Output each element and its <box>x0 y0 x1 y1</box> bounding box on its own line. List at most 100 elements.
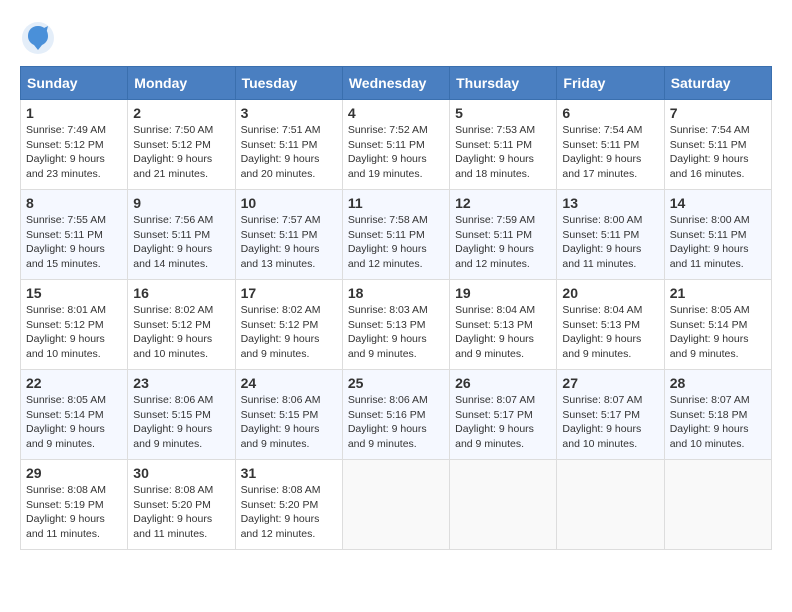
day-detail: Sunrise: 8:00 AMSunset: 5:11 PMDaylight:… <box>670 213 766 272</box>
calendar-cell: 27 Sunrise: 8:07 AMSunset: 5:17 PMDayligh… <box>557 370 664 460</box>
calendar-table: SundayMondayTuesdayWednesdayThursdayFrid… <box>20 66 772 550</box>
day-header-thursday: Thursday <box>450 67 557 100</box>
day-number: 4 <box>348 105 444 121</box>
calendar-cell <box>342 460 449 550</box>
day-detail: Sunrise: 8:08 AMSunset: 5:20 PMDaylight:… <box>133 483 229 542</box>
calendar-cell <box>557 460 664 550</box>
header <box>20 20 772 56</box>
logo <box>20 20 60 56</box>
calendar-cell: 6 Sunrise: 7:54 AMSunset: 5:11 PMDaylight… <box>557 100 664 190</box>
day-number: 25 <box>348 375 444 391</box>
day-number: 16 <box>133 285 229 301</box>
day-header-monday: Monday <box>128 67 235 100</box>
calendar-cell: 4Sunrise: 7:52 AMSunset: 5:11 PMDaylight… <box>342 100 449 190</box>
day-number: 5 <box>455 105 551 121</box>
day-header-sunday: Sunday <box>21 67 128 100</box>
day-detail: Sunrise: 7:53 AMSunset: 5:11 PMDaylight:… <box>455 123 551 182</box>
day-detail: Sunrise: 8:07 AMSunset: 5:18 PMDaylight:… <box>670 393 766 452</box>
day-number: 15 <box>26 285 122 301</box>
day-number: 30 <box>133 465 229 481</box>
calendar-header-row: SundayMondayTuesdayWednesdayThursdayFrid… <box>21 67 772 100</box>
day-detail: Sunrise: 8:02 AMSunset: 5:12 PMDaylight:… <box>241 303 337 362</box>
day-detail: Sunrise: 8:07 AMSunset: 5:17 PMDaylight:… <box>455 393 551 452</box>
calendar-cell: 31 Sunrise: 8:08 AMSunset: 5:20 PMDayligh… <box>235 460 342 550</box>
day-number: 3 <box>241 105 337 121</box>
day-detail: Sunrise: 8:04 AMSunset: 5:13 PMDaylight:… <box>562 303 658 362</box>
day-detail: Sunrise: 8:06 AMSunset: 5:15 PMDaylight:… <box>133 393 229 452</box>
calendar-cell: 15 Sunrise: 8:01 AMSunset: 5:12 PMDayligh… <box>21 280 128 370</box>
day-number: 7 <box>670 105 766 121</box>
calendar-cell: 12 Sunrise: 7:59 AMSunset: 5:11 PMDayligh… <box>450 190 557 280</box>
calendar-cell: 24Sunrise: 8:06 AMSunset: 5:15 PMDayligh… <box>235 370 342 460</box>
calendar-cell: 7 Sunrise: 7:54 AMSunset: 5:11 PMDaylight… <box>664 100 771 190</box>
calendar-cell: 13 Sunrise: 8:00 AMSunset: 5:11 PMDayligh… <box>557 190 664 280</box>
calendar-week-2: 8 Sunrise: 7:55 AMSunset: 5:11 PMDaylight… <box>21 190 772 280</box>
day-detail: Sunrise: 7:58 AMSunset: 5:11 PMDaylight:… <box>348 213 444 272</box>
day-detail: Sunrise: 8:08 AMSunset: 5:20 PMDaylight:… <box>241 483 337 542</box>
day-detail: Sunrise: 7:55 AMSunset: 5:11 PMDaylight:… <box>26 213 122 272</box>
day-number: 20 <box>562 285 658 301</box>
day-number: 6 <box>562 105 658 121</box>
day-detail: Sunrise: 8:00 AMSunset: 5:11 PMDaylight:… <box>562 213 658 272</box>
calendar-cell: 10 Sunrise: 7:57 AMSunset: 5:11 PMDayligh… <box>235 190 342 280</box>
calendar-week-3: 15 Sunrise: 8:01 AMSunset: 5:12 PMDayligh… <box>21 280 772 370</box>
day-header-tuesday: Tuesday <box>235 67 342 100</box>
logo-icon <box>20 20 56 56</box>
calendar-cell: 17 Sunrise: 8:02 AMSunset: 5:12 PMDayligh… <box>235 280 342 370</box>
day-detail: Sunrise: 7:56 AMSunset: 5:11 PMDaylight:… <box>133 213 229 272</box>
day-number: 23 <box>133 375 229 391</box>
day-number: 8 <box>26 195 122 211</box>
calendar-cell: 1 Sunrise: 7:49 AMSunset: 5:12 PMDaylight… <box>21 100 128 190</box>
day-detail: Sunrise: 8:06 AMSunset: 5:16 PMDaylight:… <box>348 393 444 452</box>
day-detail: Sunrise: 8:05 AMSunset: 5:14 PMDaylight:… <box>670 303 766 362</box>
day-detail: Sunrise: 8:06 AMSunset: 5:15 PMDaylight:… <box>241 393 337 452</box>
calendar-cell: 25 Sunrise: 8:06 AMSunset: 5:16 PMDayligh… <box>342 370 449 460</box>
day-detail: Sunrise: 8:02 AMSunset: 5:12 PMDaylight:… <box>133 303 229 362</box>
day-detail: Sunrise: 8:07 AMSunset: 5:17 PMDaylight:… <box>562 393 658 452</box>
calendar-cell: 29 Sunrise: 8:08 AMSunset: 5:19 PMDayligh… <box>21 460 128 550</box>
calendar-cell: 26 Sunrise: 8:07 AMSunset: 5:17 PMDayligh… <box>450 370 557 460</box>
day-detail: Sunrise: 8:01 AMSunset: 5:12 PMDaylight:… <box>26 303 122 362</box>
day-number: 17 <box>241 285 337 301</box>
calendar-cell: 28 Sunrise: 8:07 AMSunset: 5:18 PMDayligh… <box>664 370 771 460</box>
calendar-cell: 11 Sunrise: 7:58 AMSunset: 5:11 PMDayligh… <box>342 190 449 280</box>
day-detail: Sunrise: 8:08 AMSunset: 5:19 PMDaylight:… <box>26 483 122 542</box>
day-number: 26 <box>455 375 551 391</box>
day-number: 22 <box>26 375 122 391</box>
day-detail: Sunrise: 7:54 AMSunset: 5:11 PMDaylight:… <box>562 123 658 182</box>
day-detail: Sunrise: 7:59 AMSunset: 5:11 PMDaylight:… <box>455 213 551 272</box>
day-detail: Sunrise: 7:49 AMSunset: 5:12 PMDaylight:… <box>26 123 122 182</box>
day-number: 14 <box>670 195 766 211</box>
calendar-cell: 2 Sunrise: 7:50 AMSunset: 5:12 PMDaylight… <box>128 100 235 190</box>
day-number: 13 <box>562 195 658 211</box>
day-detail: Sunrise: 8:03 AMSunset: 5:13 PMDaylight:… <box>348 303 444 362</box>
day-header-saturday: Saturday <box>664 67 771 100</box>
day-number: 27 <box>562 375 658 391</box>
day-number: 11 <box>348 195 444 211</box>
day-detail: Sunrise: 8:05 AMSunset: 5:14 PMDaylight:… <box>26 393 122 452</box>
calendar-cell: 8 Sunrise: 7:55 AMSunset: 5:11 PMDaylight… <box>21 190 128 280</box>
day-number: 19 <box>455 285 551 301</box>
calendar-cell: 9Sunrise: 7:56 AMSunset: 5:11 PMDaylight… <box>128 190 235 280</box>
day-number: 29 <box>26 465 122 481</box>
calendar-cell: 16 Sunrise: 8:02 AMSunset: 5:12 PMDayligh… <box>128 280 235 370</box>
calendar-cell: 30 Sunrise: 8:08 AMSunset: 5:20 PMDayligh… <box>128 460 235 550</box>
calendar-cell: 23 Sunrise: 8:06 AMSunset: 5:15 PMDayligh… <box>128 370 235 460</box>
day-detail: Sunrise: 7:57 AMSunset: 5:11 PMDaylight:… <box>241 213 337 272</box>
calendar-cell: 5 Sunrise: 7:53 AMSunset: 5:11 PMDaylight… <box>450 100 557 190</box>
calendar-week-1: 1 Sunrise: 7:49 AMSunset: 5:12 PMDaylight… <box>21 100 772 190</box>
day-number: 18 <box>348 285 444 301</box>
day-detail: Sunrise: 7:54 AMSunset: 5:11 PMDaylight:… <box>670 123 766 182</box>
day-number: 28 <box>670 375 766 391</box>
day-detail: Sunrise: 7:51 AMSunset: 5:11 PMDaylight:… <box>241 123 337 182</box>
day-detail: Sunrise: 7:50 AMSunset: 5:12 PMDaylight:… <box>133 123 229 182</box>
day-number: 2 <box>133 105 229 121</box>
day-number: 10 <box>241 195 337 211</box>
calendar-cell: 18 Sunrise: 8:03 AMSunset: 5:13 PMDayligh… <box>342 280 449 370</box>
calendar-cell <box>664 460 771 550</box>
day-number: 31 <box>241 465 337 481</box>
calendar-cell: 22 Sunrise: 8:05 AMSunset: 5:14 PMDayligh… <box>21 370 128 460</box>
day-number: 1 <box>26 105 122 121</box>
day-number: 12 <box>455 195 551 211</box>
calendar-cell <box>450 460 557 550</box>
